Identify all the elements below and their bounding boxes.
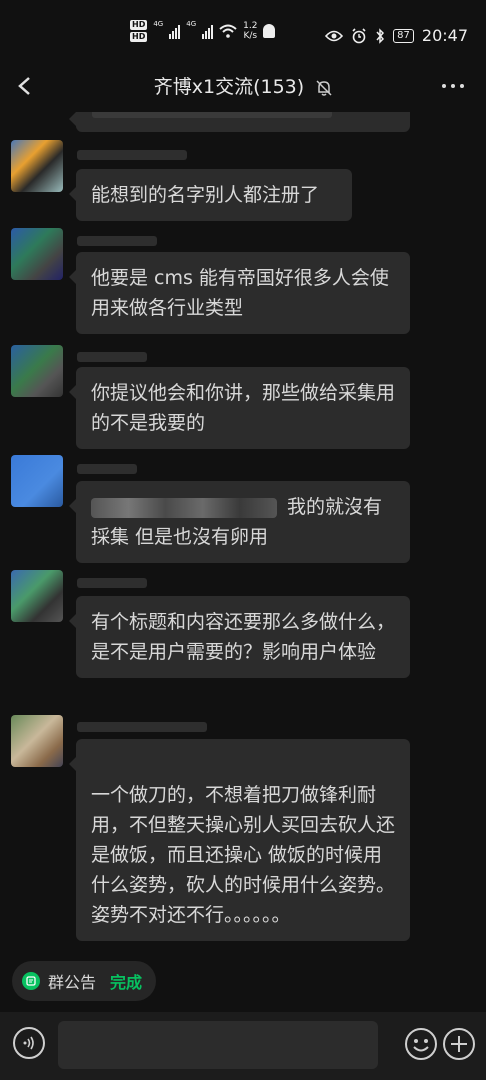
notice-label: 群公告 (48, 973, 97, 992)
wifi-icon (219, 24, 237, 38)
message-text: 一个做刀的，不想着把刀做锋利耐用，不但整天操心别人买回去砍人还是做饭，而且还操心… (91, 784, 396, 926)
notice-status: 完成 (110, 973, 143, 992)
alarm-icon (352, 27, 366, 43)
message-bubble[interactable]: 你提议他会和你讲，那些做给采集用的不是我要的 (69, 367, 410, 449)
message-bubble[interactable]: 有个标题和内容还要那么多做什么，是不是用户需要的？影响用户体验 (69, 596, 410, 678)
voice-icon[interactable] (13, 1027, 45, 1059)
message-bubble[interactable]: 我的就沒有採集 但是也沒有卵用 (69, 481, 410, 563)
chat-title: 齐博x1交流(153) (153, 76, 305, 98)
signal-icon (169, 23, 181, 39)
more-icon[interactable] (442, 84, 464, 88)
bell-mute-icon (316, 79, 332, 96)
status-bar-left: HD HD 4G 4G 1.2 K/s (130, 20, 276, 42)
sender-name-blurred (77, 352, 147, 362)
avatar[interactable] (11, 455, 63, 507)
message-text: 有个标题和内容还要那么多做什么，是不是用户需要的？影响用户体验 (91, 611, 396, 663)
message-bubble[interactable]: 能想到的名字别人都注册了 (69, 169, 352, 221)
avatar[interactable] (11, 570, 63, 622)
eye-icon (325, 30, 344, 41)
chat-title-wrap: 齐博x1交流(153) (0, 72, 486, 99)
avatar[interactable] (11, 345, 63, 397)
status-bar-right: 87 20:47 (325, 26, 468, 45)
sender-name-blurred (77, 578, 147, 588)
notification-icon (263, 24, 276, 38)
message-text: 能想到的名字别人都注册了 (91, 184, 320, 206)
message-list[interactable]: 能想到的名字别人都注册了 他要是 cms 能有帝国好很多人会使用来做各行业类型 … (0, 112, 486, 952)
chat-header: 齐博x1交流(153) (0, 60, 486, 112)
message-text: 你提议他会和你讲，那些做给采集用的不是我要的 (91, 382, 396, 434)
message-text: 他要是 cms 能有帝国好很多人会使用来做各行业类型 (91, 267, 389, 319)
status-time: 20:47 (421, 26, 468, 45)
plus-icon[interactable] (442, 1027, 476, 1061)
network-speed: 1.2 K/s (243, 21, 257, 41)
network-type-label: 4G (186, 20, 197, 28)
hd-badge: HD (130, 20, 148, 30)
network-type-label: 4G (153, 20, 164, 28)
avatar[interactable] (11, 715, 63, 767)
sender-name-blurred (77, 722, 207, 732)
message-input[interactable] (58, 1021, 378, 1069)
notice-icon (22, 972, 40, 990)
network-speed-unit: K/s (243, 31, 258, 41)
bluetooth-icon (376, 27, 385, 44)
cropped-text (92, 112, 332, 118)
message-bubble[interactable]: 他要是 cms 能有帝国好很多人会使用来做各行业类型 (69, 252, 410, 334)
avatar[interactable] (11, 140, 63, 192)
signal-icon (202, 23, 214, 39)
message-bubble-partial (69, 112, 410, 132)
input-bar (0, 1012, 486, 1080)
message-bubble[interactable]: 一个做刀的，不想着把刀做锋利耐用，不但整天操心别人买回去砍人还是做饭，而且还操心… (69, 739, 410, 941)
hd-badge: HD (130, 32, 148, 42)
hd-badges: HD HD (130, 20, 148, 42)
sender-name-blurred (77, 150, 187, 160)
emoji-icon[interactable] (404, 1027, 438, 1061)
mention-blurred (91, 497, 277, 518)
network-speed-value: 1.2 (243, 21, 258, 31)
battery-indicator: 87 (393, 28, 414, 43)
sender-name-blurred (77, 236, 157, 246)
group-notice-chip[interactable]: 群公告 完成 (12, 961, 157, 1001)
sender-name-blurred (77, 464, 137, 474)
avatar[interactable] (11, 228, 63, 280)
